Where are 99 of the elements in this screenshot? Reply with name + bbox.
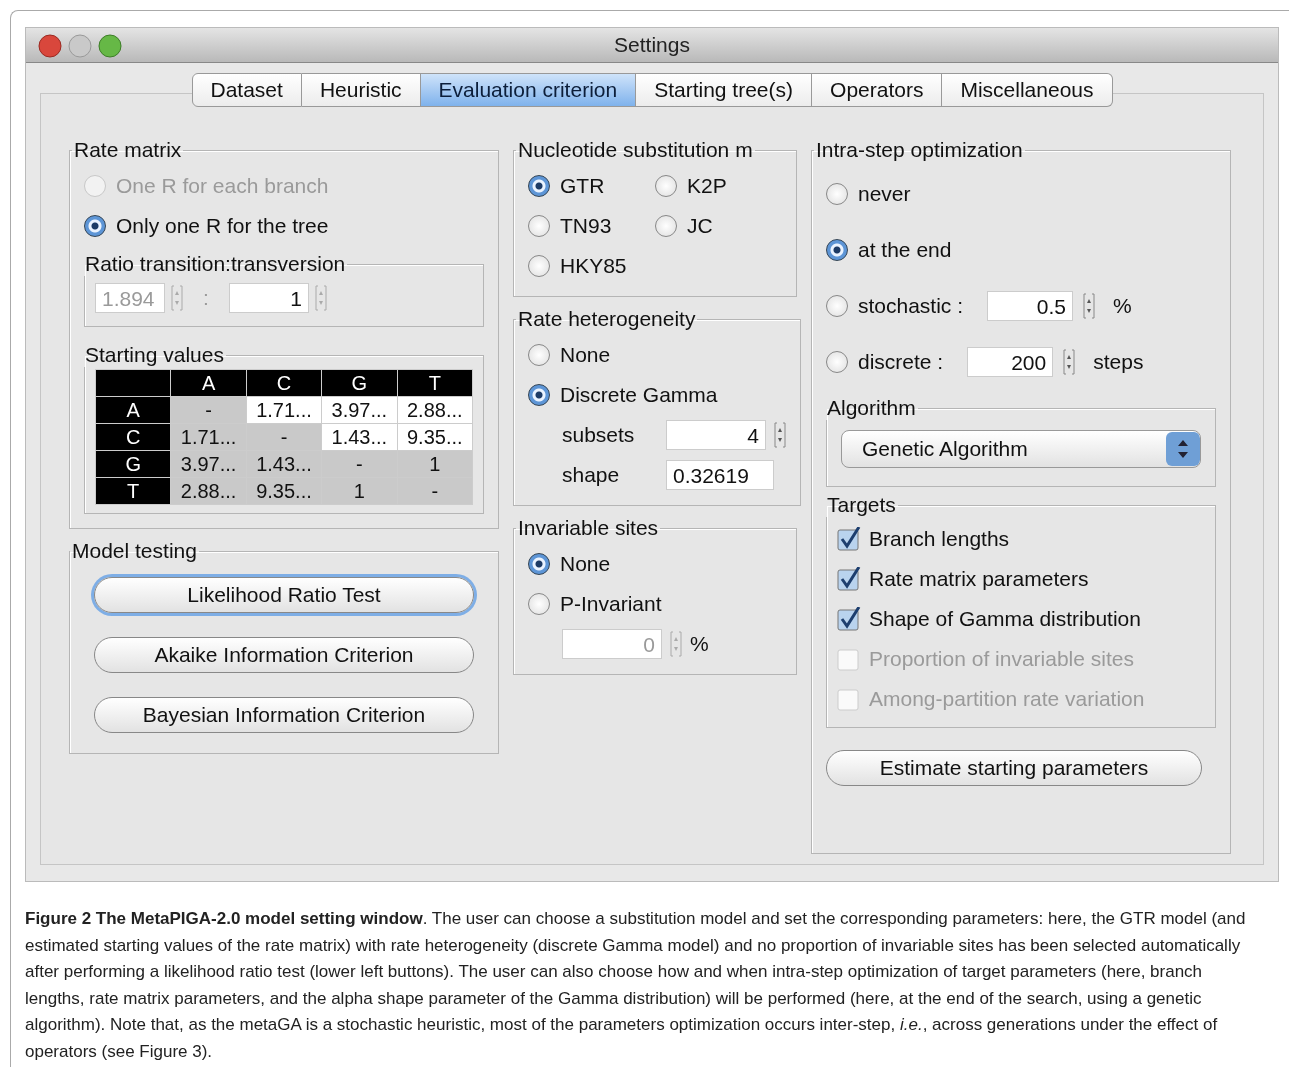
tab[interactable]: Dataset — [191, 73, 302, 107]
radio-label: at the end — [858, 238, 952, 262]
unit-label: % — [690, 632, 709, 656]
table-cell: - — [397, 477, 473, 505]
column-header: C — [246, 369, 322, 397]
separator-label: : — [203, 286, 209, 310]
radio-label: K2P — [687, 174, 727, 198]
group-title: Starting values — [84, 343, 225, 367]
number-field[interactable]: 200 — [967, 347, 1054, 377]
radio-label: None — [560, 552, 611, 576]
row-header: G — [95, 450, 171, 478]
spinner-icon[interactable] — [1063, 347, 1076, 377]
row-header: A — [95, 396, 171, 424]
radio-label: discrete : — [858, 350, 944, 374]
radio-label: never — [858, 182, 911, 206]
table-cell: - — [170, 396, 247, 424]
table-cell: 2.88... — [397, 396, 473, 424]
group-title: Nucleotide substitution m — [517, 138, 754, 162]
spinner-icon[interactable] — [774, 420, 786, 450]
checkbox-label: Among-partition rate variation — [869, 687, 1145, 711]
radio-label: JC — [687, 214, 713, 238]
radio-button[interactable] — [84, 215, 106, 237]
table-cell: 9.35... — [397, 423, 473, 451]
table-cell: - — [321, 450, 398, 478]
table-cell: 1.43... — [321, 423, 398, 451]
radio-button[interactable] — [528, 384, 550, 406]
group-title: Invariable sites — [517, 516, 660, 540]
minimize-button[interactable] — [68, 34, 92, 58]
checkbox[interactable] — [837, 607, 861, 631]
radio-button[interactable] — [826, 239, 848, 261]
zoom-button[interactable] — [98, 34, 122, 58]
group-title: Algorithm — [826, 396, 917, 420]
radio-button[interactable] — [528, 215, 550, 237]
radio-label: One R for each branch — [116, 174, 329, 198]
radio-label: TN93 — [560, 214, 612, 238]
group-title: Rate heterogeneity — [517, 307, 697, 331]
unit-label: steps — [1093, 350, 1144, 374]
radio-button[interactable] — [528, 344, 550, 366]
dropdown-arrows-icon — [1166, 432, 1200, 466]
table-cell: 9.35... — [246, 477, 322, 505]
tab[interactable]: Operators — [812, 73, 943, 107]
radio-button[interactable] — [826, 295, 848, 317]
test-button[interactable]: Bayesian Information Criterion — [94, 697, 474, 733]
radio-button[interactable] — [826, 183, 848, 205]
radio-button[interactable] — [528, 175, 550, 197]
radio-button[interactable] — [655, 215, 677, 237]
checkbox-label: Branch lengths — [869, 527, 1010, 551]
table-cell: 1.71... — [246, 396, 322, 424]
tab[interactable]: Heuristic — [301, 73, 421, 107]
table-cell: 3.97... — [321, 396, 398, 424]
number-field[interactable]: 4 — [666, 420, 766, 450]
radio-button[interactable] — [826, 351, 848, 373]
tab[interactable]: Starting tree(s) — [636, 73, 813, 107]
row-header: T — [95, 477, 171, 505]
table-cell: 1.43... — [246, 450, 322, 478]
window-title: Settings — [614, 33, 690, 57]
radio-label: Only one R for the tree — [116, 214, 329, 238]
table-cell: 3.97... — [170, 450, 247, 478]
spinner-icon[interactable] — [1083, 291, 1096, 321]
number-field[interactable]: 0.32619 — [666, 460, 774, 490]
column-header: T — [397, 369, 473, 397]
group-title: Ratio transition:transversion — [84, 252, 347, 276]
group-title: Targets — [826, 493, 897, 517]
group-title: Model testing — [71, 539, 198, 563]
column-header: G — [321, 369, 398, 397]
radio-button[interactable] — [655, 175, 677, 197]
table-cell: 1 — [321, 477, 398, 505]
group-title: Intra-step optimization — [815, 138, 1024, 162]
tab[interactable]: Evaluation criterion — [420, 73, 637, 107]
table-cell: 2.88... — [170, 477, 247, 505]
checkbox[interactable] — [837, 527, 861, 551]
tab[interactable]: Miscellaneous — [942, 73, 1113, 107]
field-label: shape — [562, 463, 621, 487]
checkbox-label: Shape of Gamma distribution — [869, 607, 1141, 631]
number-field[interactable]: 0.5 — [987, 291, 1074, 321]
radio-button[interactable] — [528, 255, 550, 277]
radio-label: P-Invariant — [560, 592, 662, 616]
radio-label: stochastic : — [858, 294, 964, 318]
table-cell: 1 — [397, 450, 473, 478]
field-label: subsets — [562, 423, 636, 447]
column-header: A — [170, 369, 247, 397]
group-title: Rate matrix — [73, 138, 183, 162]
checkbox-label: Rate matrix parameters — [869, 567, 1089, 591]
close-button[interactable] — [38, 34, 62, 58]
test-button[interactable]: Likelihood Ratio Test — [94, 577, 474, 613]
row-header: C — [95, 423, 171, 451]
unit-label: % — [1113, 294, 1132, 318]
algorithm-dropdown[interactable]: Genetic Algorithm — [841, 430, 1201, 468]
checkbox[interactable] — [837, 567, 861, 591]
estimate-button[interactable]: Estimate starting parameters — [826, 750, 1202, 786]
radio-label: Discrete Gamma — [560, 383, 718, 407]
radio-label: HKY85 — [560, 254, 627, 278]
table-cell: - — [246, 423, 322, 451]
figure-caption: Figure 2 The MetaPIGA-2.0 model setting window. The user can choose a substitution model and set the corresponding parameters: here, the GTR model (and estimated starting values of the rate matrix) with rate heterogeneity (discrete Gamma model) and no proportion of invariable sites has been selected automatically after performing a likelihood ratio test (lower left buttons). The user can also choose how and when intra-step optimization of target parameters (here, branch lengths, rate matrix parameters, and the alpha shape parameter of the Gamma distribution) will be performed (here, at the end of the search, using a genetic algorithm). Note that, as the metaGA is a stochastic heuristic, most of the parameters optimization occurs inter-step, i.e., across generations under the effect of operators (see Figure 3). — [25, 908, 1247, 1063]
table-cell: 1.71... — [170, 423, 247, 451]
test-button[interactable]: Akaike Information Criterion — [94, 637, 474, 673]
checkbox-label: Proportion of invariable sites — [869, 647, 1134, 671]
radio-label: GTR — [560, 174, 605, 198]
radio-label: None — [560, 343, 611, 367]
